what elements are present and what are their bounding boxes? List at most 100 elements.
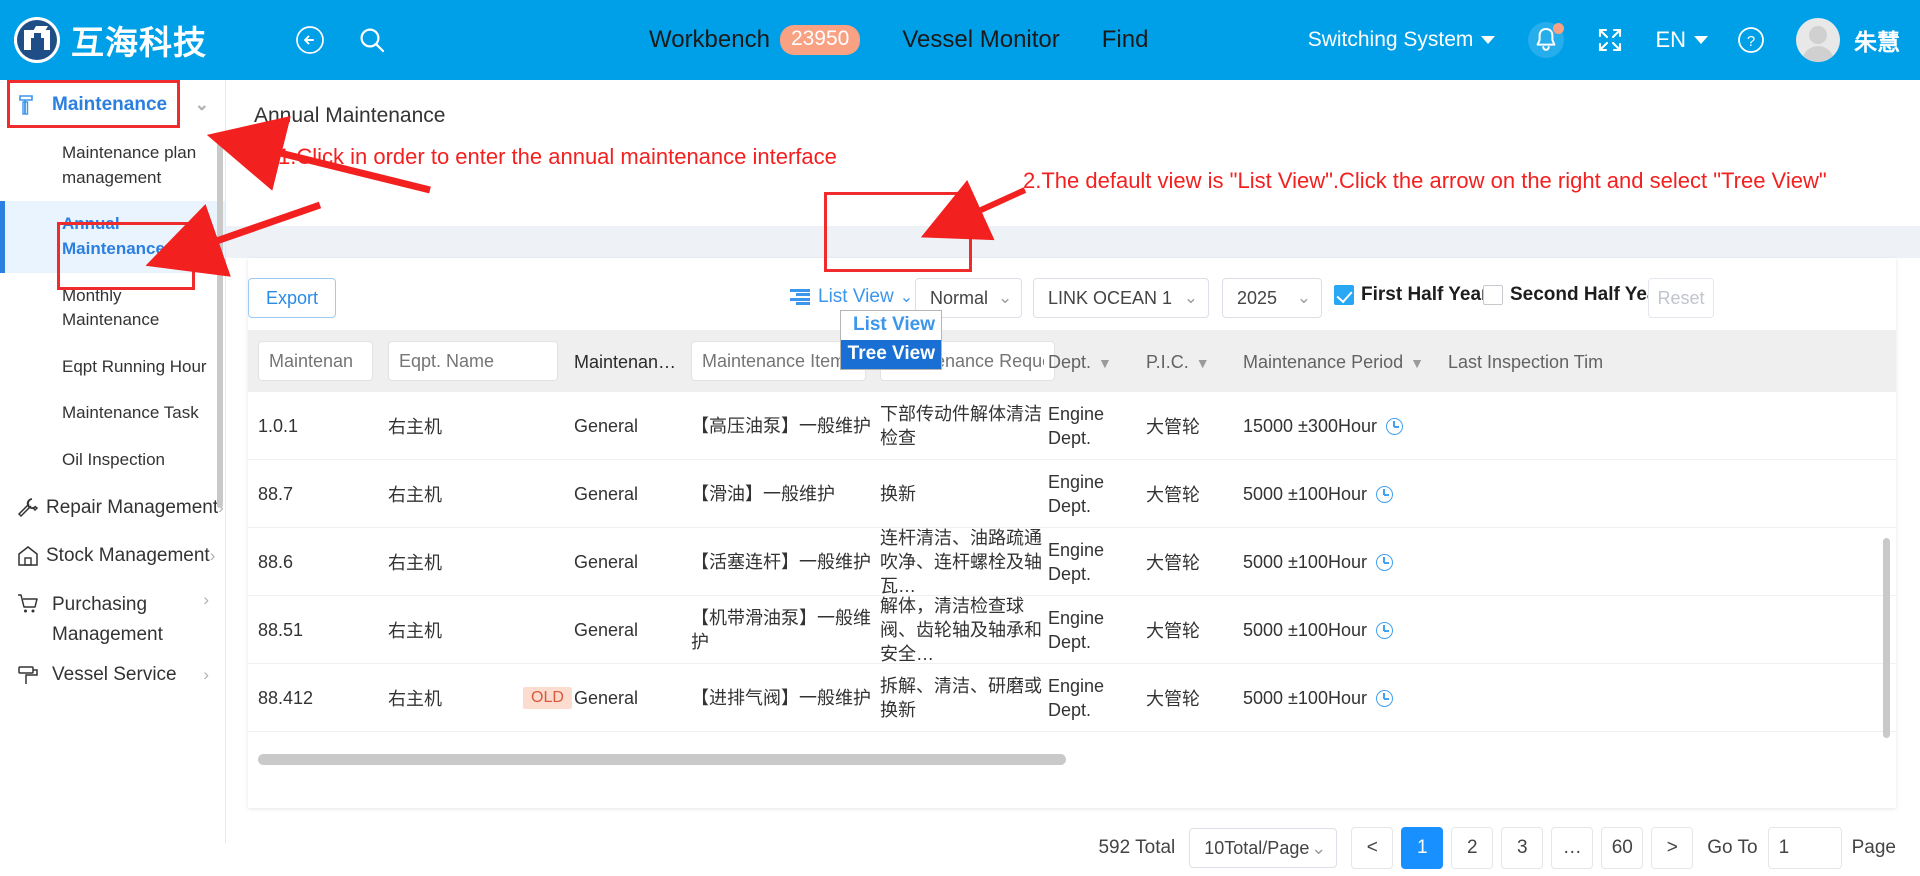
sidebar-item-eqpt-running-hour[interactable]: Eqpt Running Hour [0,344,225,391]
chevron-down-icon [1694,36,1708,44]
sort-arrow-icon[interactable]: ▼ [1098,355,1112,371]
table-row[interactable]: 88.7 右主机 General 【滑油】一般维护 换新 Engine Dept… [248,460,1896,528]
cell-dept: Engine Dept. [1048,471,1105,516]
sidebar-item-annual-maintenance[interactable]: Annual Maintenance [0,201,225,273]
sidebar-item-label: Maintenance [52,94,168,115]
column-header-pic[interactable]: P.I.C. ▼ [1146,352,1210,373]
sidebar-scrollbar[interactable] [217,138,223,508]
clock-icon[interactable] [1385,417,1403,435]
maintenance-code-filter-input[interactable] [258,341,373,381]
clock-icon[interactable] [1375,621,1393,639]
pagination-page-60[interactable]: 60 [1601,827,1644,869]
cell-pic: 大管轮 [1146,553,1200,573]
cell-code: 88.7 [258,483,294,504]
chevron-right-icon: › [203,664,209,684]
table-vertical-scrollbar[interactable] [1883,538,1890,738]
view-option-list-view[interactable]: List View [841,311,941,340]
sidebar-item-monthly-maintenance[interactable]: Monthly Maintenance [0,273,225,344]
cell-item: 【活塞连杆】一般维护 [691,551,871,572]
workbench-count-badge: 23950 [779,25,861,55]
chevron-right-icon: › [209,545,216,565]
sidebar-item-maintenance-plan-management[interactable]: Maintenance plan management [0,130,225,201]
question-mark-circle-icon[interactable]: ? [1734,23,1768,57]
chevron-down-icon: ⌄ [1296,288,1311,307]
sort-arrow-icon[interactable]: ▼ [1410,355,1424,371]
back-arrow-icon[interactable] [293,23,327,57]
nav-item-label: Workbench [649,25,770,53]
column-header-maintenance-period[interactable]: Maintenance Period ▼ [1243,352,1424,373]
table-body: 1.0.1 右主机 General 【高压油泵】一般维护 下部传动件解体清洁检查… [248,392,1896,750]
view-mode-selector[interactable]: List View ⌄ [790,280,913,314]
pagination-ellipsis[interactable]: … [1551,827,1594,869]
table-row[interactable]: 1.0.1 右主机 General 【高压油泵】一般维护 下部传动件解体清洁检查… [248,392,1896,460]
notification-bell-icon[interactable] [1528,22,1565,58]
first-half-year-checkbox[interactable]: First Half Year [1334,284,1488,306]
main-content: Annual Maintenance Export List View ⌄ Li… [226,80,1920,869]
svg-text:?: ? [1747,33,1755,50]
view-mode-dropdown[interactable]: List View Tree View [840,310,942,370]
cell-eqpt-name: 右主机 [388,553,442,573]
scrollbar-thumb[interactable] [258,754,1066,765]
clock-icon[interactable] [1375,553,1393,571]
total-count-label: 592 Total [1098,837,1176,858]
pagination-next-button[interactable]: > [1651,827,1694,869]
sidebar-item-repair-management[interactable]: Repair Management › [0,484,225,532]
sidebar-item-oil-inspection[interactable]: Oil Inspection [0,437,225,484]
sidebar-item-purchasing-management[interactable]: Purchasing Management › [0,580,225,651]
sidebar-item-vessel-service[interactable]: Vessel Service › [0,651,225,699]
export-button[interactable]: Export [248,278,336,318]
cell-dept: Engine Dept. [1048,675,1105,720]
second-half-year-checkbox[interactable]: Second Half Year [1483,284,1665,306]
clock-icon[interactable] [1375,689,1393,707]
cell-pic: 大管轮 [1146,689,1200,709]
nav-item-find[interactable]: Find [1102,26,1149,54]
switching-system-button[interactable]: Switching System [1308,28,1496,52]
cell-request: 连杆清洁、油路疏通吹净、连杆螺栓及轴瓦… [880,527,1042,597]
page-word-label: Page [1851,837,1896,858]
column-header-maintenance-type[interactable]: Maintenan… [574,352,676,373]
search-icon[interactable] [355,23,389,57]
sidebar-item-maintenance-task[interactable]: Maintenance Task [0,390,225,437]
cell-period-value: 5000 ±100Hour [1243,687,1367,708]
cell-item: 【进排气阀】一般维护 [691,687,871,708]
table-row[interactable]: 88.6 右主机 General 【活塞连杆】一般维护 连杆清洁、油路疏通吹净、… [248,528,1896,596]
column-header-last-inspection-time[interactable]: Last Inspection Tim [1448,352,1603,373]
clock-icon[interactable] [1375,485,1393,503]
year-select[interactable]: 2025 ⌄ [1222,278,1322,318]
year-select-value: 2025 [1237,287,1278,308]
sidebar-item-maintenance[interactable]: Maintenance ⌄ [0,80,225,130]
cell-request: 下部传动件解体清洁检查 [880,403,1042,448]
table-row[interactable]: 88.412 右主机 OLD General 【进排气阀】一般维护 拆解、清洁、… [248,664,1896,732]
table-row[interactable]: 88.51 右主机 General 【机带滑油泵】一般维护 解体，清洁检查球阀、… [248,596,1896,664]
vessel-select[interactable]: LINK OCEAN 1 ⌄ [1033,278,1209,318]
cell-period: 15000 ±300Hour [1243,392,1443,460]
reset-button[interactable]: Reset [1648,278,1714,318]
cell-item: 【高压油泵】一般维护 [691,415,871,436]
cell-code: 1.0.1 [258,415,299,436]
chevron-down-icon: ⌄ [194,95,209,114]
pagination-page-3[interactable]: 3 [1501,827,1544,869]
table-horizontal-scrollbar[interactable] [258,754,1888,765]
nav-item-workbench[interactable]: Workbench 23950 [649,25,861,55]
view-option-tree-view[interactable]: Tree View [841,340,941,369]
eqpt-name-filter-input[interactable] [388,341,558,381]
sidebar-item-stock-management[interactable]: Stock Management › [0,532,225,580]
cell-eqpt-name: 右主机 [388,485,442,505]
column-header-dept[interactable]: Dept. ▼ [1048,352,1112,373]
cell-request: 换新 [880,483,916,504]
column-header-label: Dept. [1048,352,1092,372]
notification-dot [1553,23,1565,34]
list-view-icon [790,288,810,306]
page-size-select[interactable]: 10Total/Page ⌄ [1189,828,1338,868]
pagination-page-2[interactable]: 2 [1451,827,1494,869]
pagination-page-1[interactable]: 1 [1401,827,1444,869]
cell-code: 88.412 [258,687,314,708]
avatar[interactable] [1796,18,1840,62]
goto-page-input[interactable] [1767,827,1842,869]
sort-arrow-icon[interactable]: ▼ [1196,355,1210,371]
pagination-prev-button[interactable]: < [1351,827,1394,869]
cell-period: 5000 ±100Hour [1243,664,1443,732]
nav-item-vessel-monitor[interactable]: Vessel Monitor [902,26,1059,54]
language-selector[interactable]: EN [1655,27,1708,53]
fullscreen-expand-icon[interactable] [1593,23,1627,57]
